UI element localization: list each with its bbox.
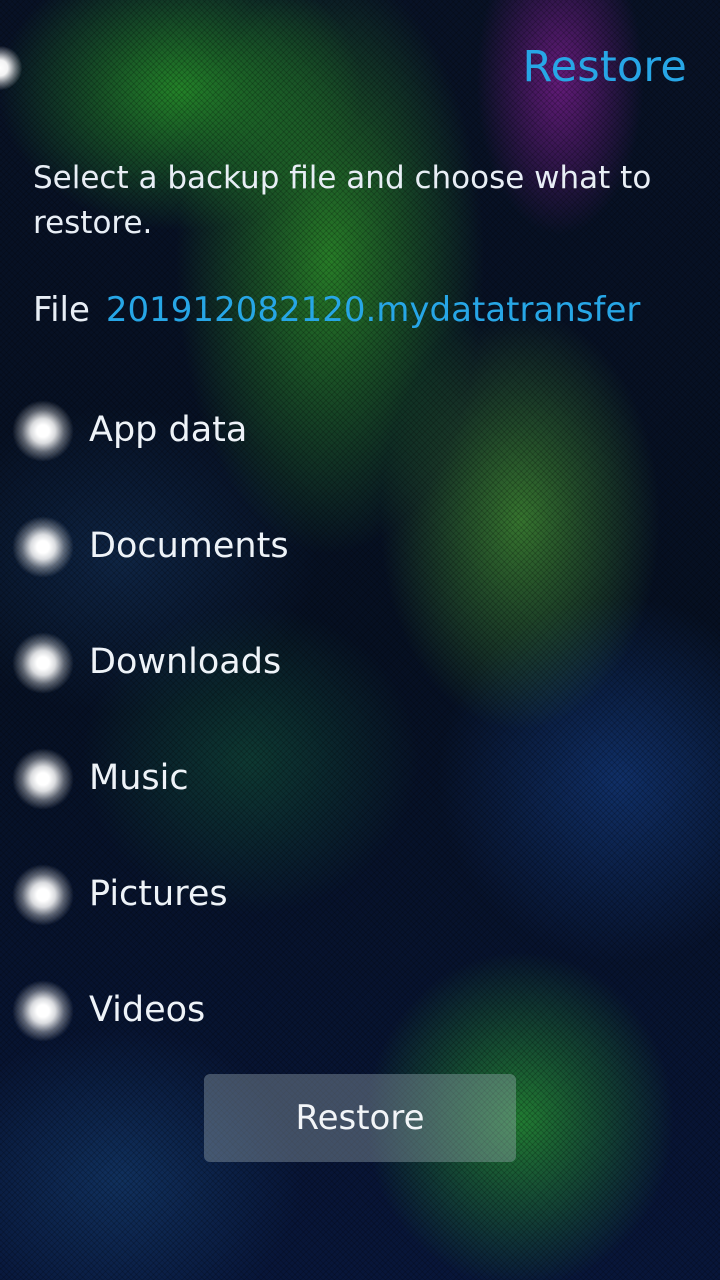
file-name-value[interactable]: 201912082120.mydatatransfer <box>106 290 641 330</box>
restore-button[interactable]: Restore <box>204 1074 516 1162</box>
pulley-menu-indicator[interactable] <box>0 46 22 90</box>
option-label: Videos <box>89 990 206 1030</box>
option-app-data[interactable]: App data <box>0 372 720 488</box>
page-title: Restore <box>522 42 687 92</box>
page-description: Select a backup file and choose what to … <box>33 160 652 241</box>
option-videos[interactable]: Videos <box>0 952 720 1068</box>
file-label: File <box>33 290 90 330</box>
option-label: Documents <box>89 526 289 566</box>
file-selector[interactable]: File 201912082120.mydatatransfer <box>33 290 640 330</box>
option-label: App data <box>89 410 248 450</box>
option-label: Downloads <box>89 642 282 682</box>
option-label: Music <box>89 758 189 798</box>
option-documents[interactable]: Documents <box>0 488 720 604</box>
switch-indicator-icon[interactable] <box>12 748 74 810</box>
switch-indicator-icon[interactable] <box>12 980 74 1042</box>
option-downloads[interactable]: Downloads <box>0 604 720 720</box>
switch-indicator-icon[interactable] <box>12 516 74 578</box>
option-label: Pictures <box>89 874 228 914</box>
option-music[interactable]: Music <box>0 720 720 836</box>
switch-indicator-icon[interactable] <box>12 864 74 926</box>
restore-options-list: App data Documents Downloads Music Pictu… <box>0 372 720 1068</box>
option-pictures[interactable]: Pictures <box>0 836 720 952</box>
switch-indicator-icon[interactable] <box>12 632 74 694</box>
switch-indicator-icon[interactable] <box>12 400 74 462</box>
restore-page: Restore Select a backup file and choose … <box>0 0 720 1280</box>
